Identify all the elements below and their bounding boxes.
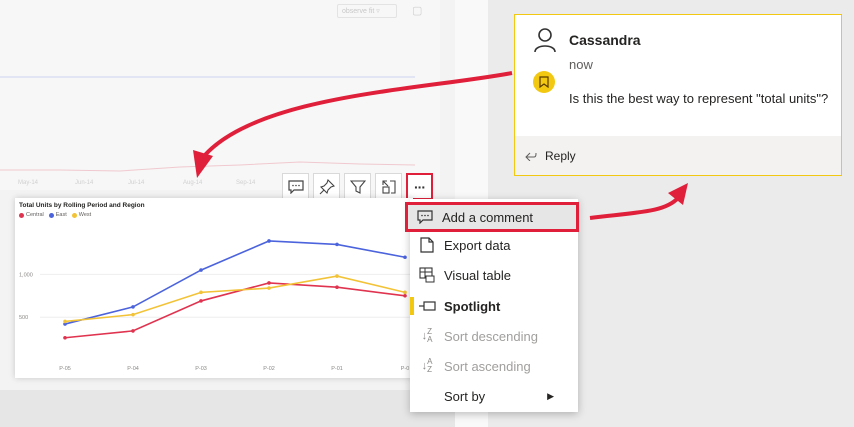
line-chart-visual[interactable]: 1,000 500 P-05 P-04 P-03 P-02 P-01 P-0 Total Un… [15, 198, 413, 378]
visual-title: Total Units by Rolling Period and Region [19, 202, 145, 209]
menu-item-export-data[interactable]: Export data [410, 230, 578, 260]
chart-legend: Central East West [19, 212, 91, 218]
visual-options-menu: Add a comment Export data Visual table S… [405, 199, 579, 412]
menu-item-label: Visual table [444, 267, 511, 283]
focus-mode-icon [381, 179, 396, 194]
menu-item-label: Add a comment [442, 209, 534, 225]
menu-item-label: Sort by [444, 388, 486, 404]
background-visual: May-14 Jun-14 Jul-14 Aug-14 Sep-14 [0, 0, 440, 190]
x-tick-label: P-05 [59, 366, 71, 372]
menu-item-sort-by[interactable]: Sort by ▶ [410, 381, 578, 411]
sort-ascending-icon: ↓ A Z [421, 357, 433, 374]
data-point-west[interactable] [335, 274, 339, 278]
background-filter-pill: observe fit ▿ [337, 4, 397, 18]
background-comment-icon: ▢ [412, 5, 423, 17]
legend-item-central: Central [19, 212, 44, 218]
reply-button[interactable]: Reply [515, 136, 841, 175]
data-point-west[interactable] [131, 312, 135, 317]
pin-icon [319, 178, 335, 194]
chevron-right-icon: ▶ [547, 390, 554, 401]
menu-item-label: Spotlight [444, 298, 501, 314]
data-point-central[interactable] [199, 299, 203, 303]
filter-button[interactable] [344, 173, 371, 200]
data-point-west[interactable] [403, 290, 407, 295]
data-point-east[interactable] [335, 242, 339, 247]
reply-label: Reply [545, 148, 576, 163]
comment-author: Cassandra [569, 32, 641, 48]
comment-timestamp: now [569, 57, 593, 72]
background-central-line [0, 161, 416, 172]
data-point-east[interactable] [131, 305, 135, 309]
menu-item-label: Export data [444, 237, 511, 253]
x-tick-label: P-03 [195, 366, 207, 372]
visual-header-toolbar: ··· [282, 173, 433, 201]
person-icon [534, 28, 556, 53]
data-point-east[interactable] [199, 268, 203, 272]
background-x-tick: Sep-14 [236, 180, 256, 186]
x-tick-label: P-04 [127, 366, 139, 372]
background-x-tick: May-14 [18, 180, 39, 186]
data-point-east[interactable] [403, 255, 407, 260]
focus-mode-button[interactable] [375, 173, 402, 200]
spotlight-active-indicator [410, 297, 414, 315]
data-point-west[interactable] [63, 319, 67, 324]
data-point-east[interactable] [267, 239, 271, 243]
background-x-tick: Jul-14 [128, 180, 145, 186]
background-x-tick: Jun-14 [75, 180, 94, 186]
menu-item-sort-ascending[interactable]: ↓ A Z Sort ascending [410, 351, 578, 381]
comment-body: Cassandra now Is this the best way to re… [515, 15, 841, 136]
legend-label: West [78, 212, 92, 218]
reply-icon [525, 152, 537, 161]
y-tick-label: 500 [19, 315, 28, 321]
filter-icon [349, 179, 366, 194]
legend-marker [19, 212, 24, 218]
comment-text: Is this the best way to represent "total… [569, 91, 829, 106]
data-point-central[interactable] [335, 285, 339, 290]
x-tick-label: P-02 [263, 366, 275, 372]
export-icon [410, 237, 444, 253]
legend-marker [48, 212, 54, 218]
comment-icon [408, 210, 442, 224]
series-line-central[interactable] [64, 282, 406, 339]
line-chart-plot: 1,000 500 P-05 P-04 P-03 P-02 P-01 P-0 [19, 239, 413, 372]
menu-item-sort-descending[interactable]: ↓ Z A Sort descending [410, 321, 578, 351]
series-line-west[interactable] [64, 275, 406, 323]
report-footer-area [0, 390, 455, 427]
y-tick-label: 1,000 [19, 272, 33, 278]
data-point-west[interactable] [267, 286, 271, 290]
data-point-central[interactable] [63, 335, 67, 340]
table-icon [410, 267, 444, 283]
legend-item-east: East [48, 212, 67, 218]
menu-item-visual-table[interactable]: Visual table [410, 260, 578, 290]
pin-visual-button[interactable] [313, 173, 340, 200]
data-point-central[interactable] [403, 293, 407, 298]
background-line-chart [0, 76, 416, 172]
x-tick-label: P-0 [401, 366, 410, 372]
series-line-east[interactable] [64, 240, 406, 325]
background-x-tick: Aug-14 [183, 180, 203, 186]
sort-descending-icon: ↓ Z A [421, 327, 433, 344]
menu-item-label: Sort ascending [444, 358, 531, 374]
legend-marker [71, 212, 77, 218]
data-point-central[interactable] [131, 329, 135, 333]
comment-icon [287, 179, 304, 194]
menu-item-label: Sort descending [444, 328, 538, 344]
bookmark-icon [533, 71, 555, 93]
more-options-button[interactable]: ··· [406, 173, 433, 200]
legend-item-west: West [71, 212, 92, 218]
more-options-icon: ··· [414, 178, 426, 195]
legend-label: Central [26, 212, 44, 218]
x-tick-label: P-01 [331, 366, 343, 372]
legend-label: East [55, 212, 67, 218]
add-comment-button[interactable] [282, 173, 309, 200]
data-point-west[interactable] [199, 290, 203, 295]
data-point-central[interactable] [267, 281, 271, 285]
comment-card: Cassandra now Is this the best way to re… [514, 14, 842, 176]
menu-item-add-comment[interactable]: Add a comment [405, 202, 579, 232]
menu-item-spotlight[interactable]: Spotlight [410, 291, 578, 321]
spotlight-icon [410, 300, 444, 312]
